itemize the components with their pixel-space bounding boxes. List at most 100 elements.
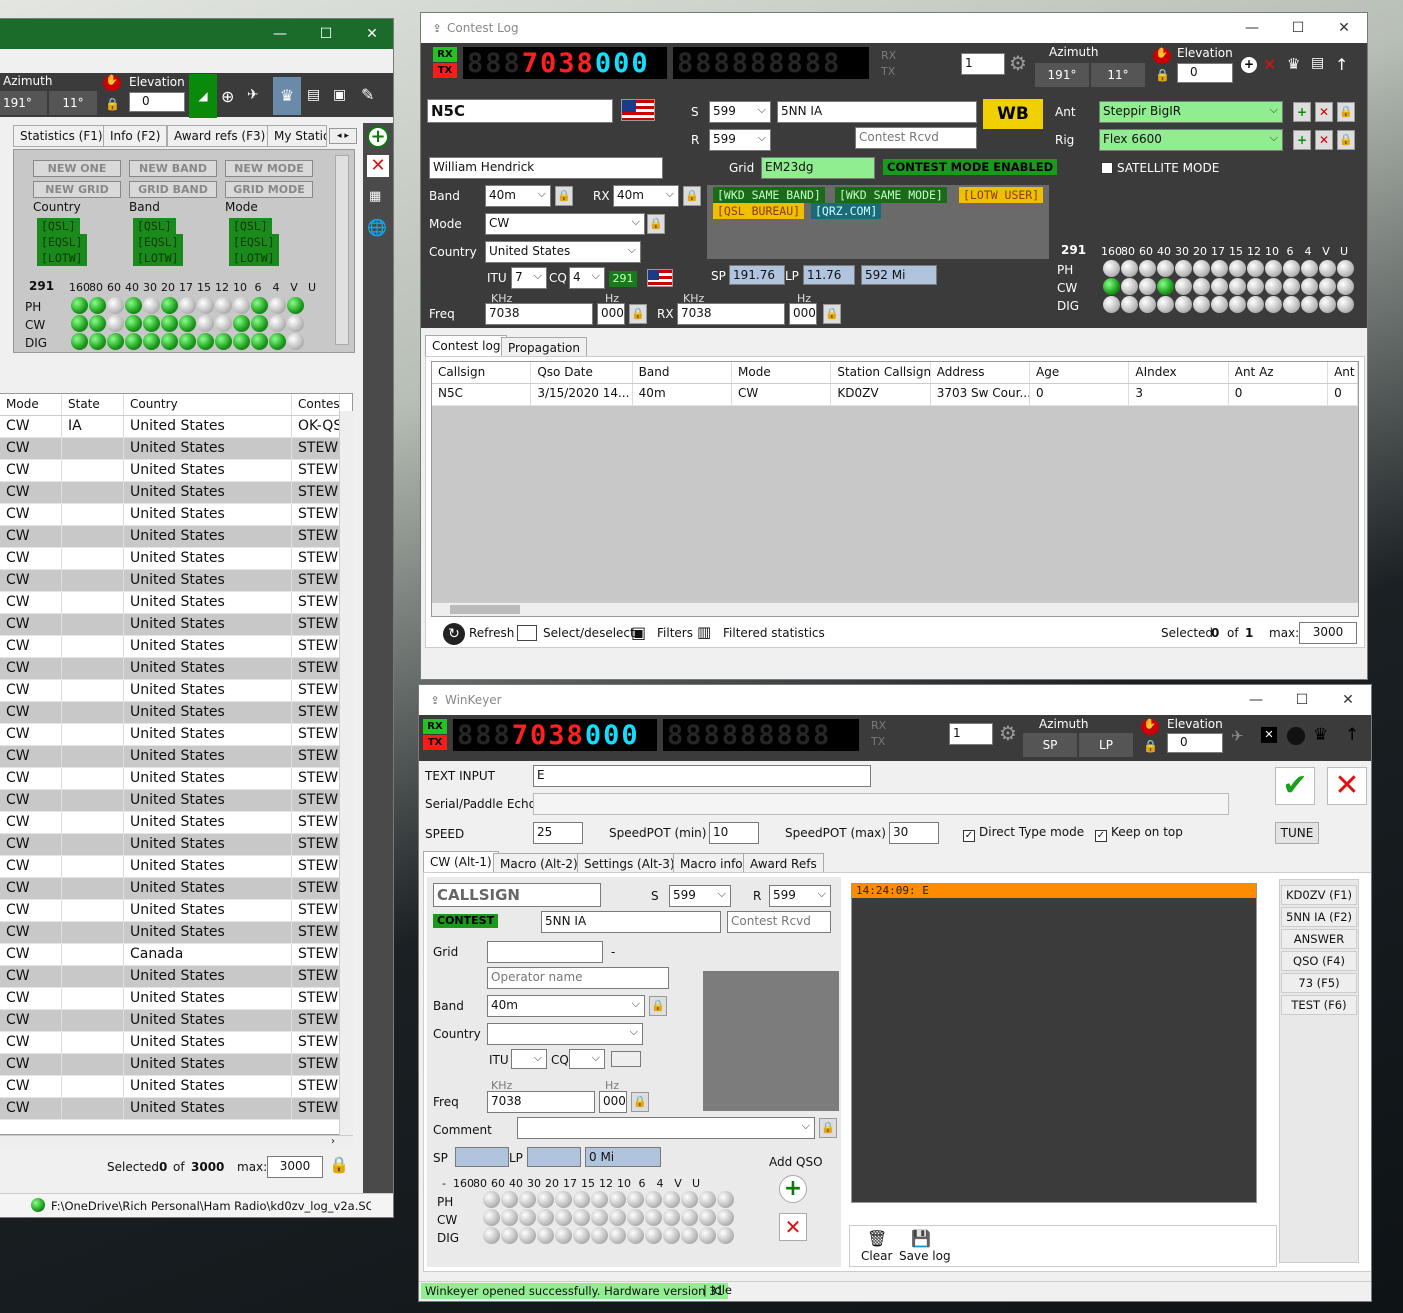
add-icon[interactable]: + — [367, 126, 389, 148]
mode-lock-icon[interactable]: 🔒 — [647, 214, 665, 234]
rig-select[interactable]: Flex 6600 — [1099, 129, 1283, 151]
confirm-check-button[interactable]: ✔ — [1275, 767, 1315, 805]
grid-hscroll[interactable] — [432, 602, 1358, 616]
macro-button-f4[interactable]: QSO (F4) — [1281, 951, 1357, 971]
table-row[interactable]: N5C 3/15/2020 14... 40m CW KD0ZV 3703 Sw… — [432, 384, 1358, 406]
text-input-field[interactable]: E — [533, 765, 871, 787]
freq-lock-icon[interactable]: 🔒 — [629, 304, 647, 324]
clear-button[interactable]: Clear — [861, 1249, 892, 1263]
table-row[interactable]: CW United States STEW — [0, 724, 352, 746]
add-qso-button[interactable]: + — [779, 1175, 807, 1203]
rx-freq-hz-input[interactable]: 000 — [789, 303, 817, 325]
table-row[interactable]: CW United States STEW — [0, 878, 352, 900]
table-row[interactable]: CW United States STEW — [0, 834, 352, 856]
lock-icon[interactable]: 🔒 — [1155, 68, 1170, 82]
table-row[interactable]: CW United States STEW — [0, 592, 352, 614]
rx-freq-khz-input[interactable]: 7038 — [677, 303, 785, 325]
delete-icon[interactable]: ✕ — [367, 155, 389, 177]
tab-macro[interactable]: Macro (Alt-2) — [493, 853, 585, 873]
table-row[interactable]: CW United States STEW — [0, 768, 352, 790]
table-row[interactable]: CW United States STEW — [0, 614, 352, 636]
col-age[interactable]: Age — [1030, 362, 1130, 383]
grid-mode-button[interactable]: GRID MODE — [225, 181, 313, 198]
itu-select[interactable]: 7 — [511, 267, 547, 289]
satellite-icon[interactable]: ✈ — [1231, 727, 1244, 745]
col-station-callsign[interactable]: Station Callsign — [831, 362, 931, 383]
gear-icon[interactable]: ⚙ — [999, 721, 1017, 745]
table-row[interactable]: CW United States STEW — [0, 658, 352, 680]
filter-icon[interactable]: ▣ — [631, 623, 646, 642]
table-row[interactable]: CW United States STEW — [0, 504, 352, 526]
table-row[interactable]: CW United States STEW — [0, 812, 352, 834]
elevation-input[interactable]: 0 — [129, 92, 185, 112]
macro-button-f5[interactable]: 73 (F5) — [1281, 973, 1357, 993]
radio-number-spinner[interactable]: 1 — [949, 723, 993, 745]
tab-settings[interactable]: Settings (Alt-3) — [577, 853, 682, 873]
table-row[interactable]: CW United States STEW — [0, 1032, 352, 1054]
satellite-mode-checkbox[interactable]: SATELLITE MODE — [1101, 161, 1219, 175]
select-icon[interactable] — [517, 625, 537, 641]
print-icon[interactable]: ▦ — [369, 189, 381, 204]
refresh-button[interactable]: Refresh — [469, 626, 514, 640]
crown-icon[interactable]: ♛ — [273, 77, 301, 115]
rst-sent-select[interactable]: 599 — [669, 885, 731, 907]
col-ant[interactable]: Ant — [1328, 362, 1358, 383]
freq-lock-icon[interactable]: 🔒 — [631, 1092, 649, 1112]
add-rig-button[interactable]: + — [1293, 130, 1311, 150]
remove-rig-button[interactable]: ✕ — [1315, 130, 1333, 150]
close-box-icon[interactable]: ✕ — [1261, 727, 1277, 743]
grid-input[interactable] — [487, 941, 603, 963]
maximize-button[interactable]: ☐ — [1275, 13, 1321, 43]
table-row[interactable]: CW United States STEW — [0, 988, 352, 1010]
band-lock-icon[interactable]: 🔒 — [555, 186, 573, 206]
speedpot-max-spinner[interactable]: 30 — [889, 822, 939, 844]
new-mode-button[interactable]: NEW MODE — [225, 160, 313, 177]
clear-qso-button[interactable]: ✕ — [779, 1213, 807, 1241]
stop-hand-icon[interactable]: ✋ — [1153, 48, 1171, 64]
col-aindex[interactable]: AIndex — [1129, 362, 1229, 383]
name-input[interactable]: William Hendrick — [429, 157, 663, 179]
speedpot-min-spinner[interactable]: 10 — [709, 822, 759, 844]
server-icon[interactable]: ▤ — [307, 87, 320, 103]
remove-antenna-button[interactable]: ✕ — [1315, 102, 1333, 122]
macro-button-f2[interactable]: 5NN IA (F2) — [1281, 907, 1357, 927]
contest-rcvd-input[interactable]: Contest Rcvd — [855, 127, 977, 149]
new-one-button[interactable]: NEW ONE — [33, 160, 121, 177]
rx-freq-lock-icon[interactable]: 🔒 — [823, 304, 841, 324]
col-mode[interactable]: Mode — [732, 362, 832, 383]
minimize-button[interactable]: — — [1233, 685, 1279, 715]
signal-icon[interactable]: ◢ — [189, 74, 217, 118]
delete-icon[interactable]: ✕ — [1263, 55, 1276, 74]
lock-icon[interactable]: 🔒 — [105, 97, 120, 111]
trash-icon[interactable]: 🗑 — [867, 1229, 887, 1248]
grid-input[interactable]: EM23dg — [761, 157, 875, 179]
band-select[interactable]: 40m — [485, 185, 551, 207]
maximize-button[interactable]: ☐ — [1279, 685, 1325, 715]
tab-statistics[interactable]: Statistics (F1) — [13, 125, 110, 147]
comment-lock-icon[interactable]: 🔒 — [819, 1118, 837, 1138]
keep-on-top-checkbox[interactable]: ✓ Keep on top — [1095, 825, 1183, 842]
stats-scrollbar[interactable] — [335, 155, 349, 345]
lock-icon[interactable]: 🔒 — [1143, 739, 1158, 753]
table-row[interactable]: CW IA United States OK-QS — [0, 416, 352, 438]
bomb-icon[interactable] — [1287, 727, 1305, 745]
stop-hand-icon[interactable]: ✋ — [1141, 719, 1159, 735]
speed-spinner[interactable]: 25 — [533, 822, 583, 844]
table-row[interactable]: CW United States STEW — [0, 570, 352, 592]
table-row[interactable]: CW United States STEW — [0, 746, 352, 768]
tab-info[interactable]: Info (F2) — [103, 125, 168, 147]
grid-band-button[interactable]: GRID BAND — [129, 181, 217, 198]
crown-icon[interactable]: ♛ — [1313, 725, 1328, 745]
operator-name-input[interactable]: Operator name — [487, 967, 669, 989]
maximize-button[interactable]: ☐ — [303, 19, 349, 49]
clipboard-icon[interactable]: ▤ — [1311, 55, 1324, 71]
country-select[interactable]: United States — [485, 241, 641, 263]
cq-select[interactable]: 4 — [569, 267, 605, 289]
max-input[interactable]: 3000 — [267, 1156, 323, 1178]
pen-icon[interactable]: ✎ — [361, 85, 374, 104]
tab-propagation[interactable]: Propagation — [501, 337, 587, 357]
table-row[interactable]: CW United States STEW — [0, 548, 352, 570]
rig-lock-icon[interactable]: 🔒 — [1337, 130, 1355, 150]
col-country[interactable]: Country — [124, 394, 292, 415]
table-row[interactable]: CW United States STEW — [0, 636, 352, 658]
